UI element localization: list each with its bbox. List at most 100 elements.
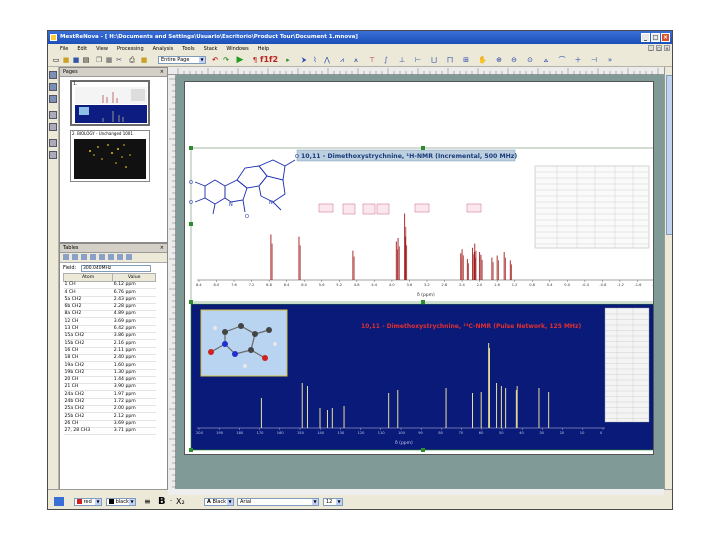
font-size-select[interactable]: 12 ▼: [323, 498, 343, 506]
ruler-icon[interactable]: ⊢: [414, 56, 422, 64]
close-button[interactable]: ×: [661, 33, 670, 42]
table-row[interactable]: 19a CH2 1.60 ppm: [63, 361, 156, 370]
table-row[interactable]: 1 CH 6.12 ppm: [63, 281, 156, 290]
panel-close-icon[interactable]: [49, 123, 57, 131]
bold-button[interactable]: B: [158, 497, 166, 507]
fit-icon[interactable]: ∫: [382, 56, 390, 64]
table-row[interactable]: 15b CH2 2.16 ppm: [63, 339, 156, 348]
page-thumbnail-2[interactable]: 2. BIOLOGY - Unchanged 1001: [70, 130, 150, 182]
undo-icon[interactable]: ↶: [211, 56, 219, 64]
scissors-icon[interactable]: ✂: [115, 56, 123, 64]
arrow-tool-icon[interactable]: ⮞: [300, 56, 308, 64]
peak-pick-icon[interactable]: ⩘: [338, 56, 346, 64]
lineshape-icon[interactable]: ⌒: [558, 56, 566, 64]
table-row[interactable]: 27, 28 CH3 3.71 ppm: [63, 427, 156, 436]
table-row[interactable]: 20 CH 1.44 ppm: [63, 376, 156, 385]
table-add-row-icon[interactable]: [99, 254, 105, 260]
mdi-close-button[interactable]: ×: [664, 45, 670, 51]
table-row[interactable]: 18 CH 2.40 ppm: [63, 354, 156, 363]
peak-shape-icon[interactable]: ⩟: [542, 56, 550, 64]
save-icon[interactable]: ■: [72, 56, 80, 64]
crosshair-icon[interactable]: ＋: [574, 56, 582, 64]
menu-edit[interactable]: Edit: [77, 46, 87, 52]
table-row[interactable]: 5a CH2 2.43 ppm: [63, 296, 156, 304]
paste-icon[interactable]: ▦: [105, 56, 113, 64]
maximize-button[interactable]: □: [651, 33, 660, 42]
redo-icon[interactable]: ↷: [222, 56, 230, 64]
zoom-out-icon[interactable]: ⊖: [510, 56, 518, 64]
fill-color-select[interactable]: black ▼: [106, 498, 136, 506]
text-align-icon[interactable]: ·: [170, 497, 172, 506]
panel-layout-icon[interactable]: [49, 71, 57, 79]
menu-file[interactable]: File: [60, 46, 68, 52]
menu-view[interactable]: View: [96, 46, 108, 52]
page-thumbnail-1[interactable]: 1.: [70, 80, 150, 126]
table-row[interactable]: 12 CH 3.69 ppm: [63, 317, 156, 326]
panel-list-icon[interactable]: [49, 83, 57, 91]
line-color-select[interactable]: red ▼: [74, 498, 102, 506]
table-row[interactable]: 8a CH2 4.89 ppm: [63, 310, 156, 319]
hand-icon[interactable]: ✋: [478, 56, 487, 64]
panel-grid-icon[interactable]: [49, 95, 57, 103]
panel-chart-icon[interactable]: [49, 139, 57, 147]
cursor-icon[interactable]: ⊞: [462, 56, 470, 64]
tables-panel-close-button[interactable]: ×: [160, 244, 164, 252]
compare-icon[interactable]: ⨆: [430, 56, 438, 64]
table-row[interactable]: 26 CH 3.69 ppm: [63, 420, 156, 428]
column-header-value[interactable]: Value: [112, 273, 156, 282]
folder-icon[interactable]: ■: [140, 56, 148, 64]
split-icon[interactable]: ¶: [251, 56, 259, 64]
font-name-select[interactable]: Arial ▼: [237, 498, 319, 506]
fill-color-icon[interactable]: [54, 497, 64, 506]
minimize-button[interactable]: _: [641, 33, 650, 42]
table-copy-icon[interactable]: [72, 254, 78, 260]
table-row[interactable]: 16 CH 2.11 ppm: [63, 347, 156, 355]
panel-zoom-icon[interactable]: [49, 111, 57, 119]
zoom-select[interactable]: Entire Page ▼: [158, 56, 206, 64]
column-header-atom[interactable]: Atom: [62, 273, 114, 282]
more-tools-icon[interactable]: »: [606, 56, 614, 64]
play-icon[interactable]: ▶: [236, 56, 244, 65]
scale-icon[interactable]: ⊥: [398, 56, 406, 64]
print-icon[interactable]: ⎙: [128, 56, 136, 64]
integrate-icon[interactable]: ⊤: [368, 56, 376, 64]
line-style-icon[interactable]: ≡: [144, 497, 151, 506]
table-row[interactable]: 15a CH2 3.86 ppm: [63, 332, 156, 341]
table-row[interactable]: 24b CH2 1.72 ppm: [63, 398, 156, 407]
mdi-minimize-button[interactable]: _: [648, 45, 654, 51]
text-tool-icon[interactable]: ⊣: [590, 56, 598, 64]
vertical-scrollbar-thumb[interactable]: [666, 75, 672, 235]
table-new-icon[interactable]: [63, 254, 69, 260]
zoom-fit-icon[interactable]: ⊙: [526, 56, 534, 64]
table-row[interactable]: 21 CH 3.90 ppm: [63, 383, 156, 392]
fid-icon[interactable]: ▸: [284, 56, 292, 64]
open-folder-icon[interactable]: ■: [62, 56, 70, 64]
new-document-icon[interactable]: ▭: [52, 56, 60, 64]
table-settings-icon[interactable]: [90, 254, 96, 260]
page-canvas[interactable]: 10,11 - Dimethoxystrychnine, ¹H-NMR (Inc…: [185, 82, 653, 454]
subscript-button[interactable]: X₂: [176, 497, 185, 506]
copy-icon[interactable]: ❐: [95, 56, 103, 64]
stack-icon[interactable]: ⨅: [446, 56, 454, 64]
table-row[interactable]: 25a CH2 2.00 ppm: [63, 405, 156, 414]
table-delete-icon[interactable]: [108, 254, 114, 260]
menu-tools[interactable]: Tools: [182, 46, 194, 52]
phase-icon[interactable]: ⌇: [311, 56, 319, 64]
field-input[interactable]: 300.040MHz: [81, 265, 151, 272]
menu-help[interactable]: Help: [258, 46, 269, 52]
mdi-restore-button[interactable]: □: [656, 45, 662, 51]
font-color-select[interactable]: A Black ▼: [204, 498, 234, 506]
table-row[interactable]: 4 CH 6.76 ppm: [63, 288, 156, 297]
table-filter-icon[interactable]: [126, 254, 132, 260]
menu-analysis[interactable]: Analysis: [153, 46, 174, 52]
f1f2-button[interactable]: f1f2: [260, 55, 278, 64]
vertical-scrollbar[interactable]: [664, 67, 672, 507]
multiplet-icon[interactable]: ⩚: [352, 56, 360, 64]
table-row[interactable]: 13 CH 6.42 ppm: [63, 325, 156, 334]
table-row[interactable]: 25b CH2 2.12 ppm: [63, 412, 156, 421]
table-row[interactable]: 24a CH2 1.97 ppm: [63, 390, 156, 399]
table-export-icon[interactable]: [81, 254, 87, 260]
menu-stack[interactable]: Stack: [204, 46, 218, 52]
menu-processing[interactable]: Processing: [117, 46, 144, 52]
table-row[interactable]: 6b CH2 2.28 ppm: [63, 303, 156, 312]
